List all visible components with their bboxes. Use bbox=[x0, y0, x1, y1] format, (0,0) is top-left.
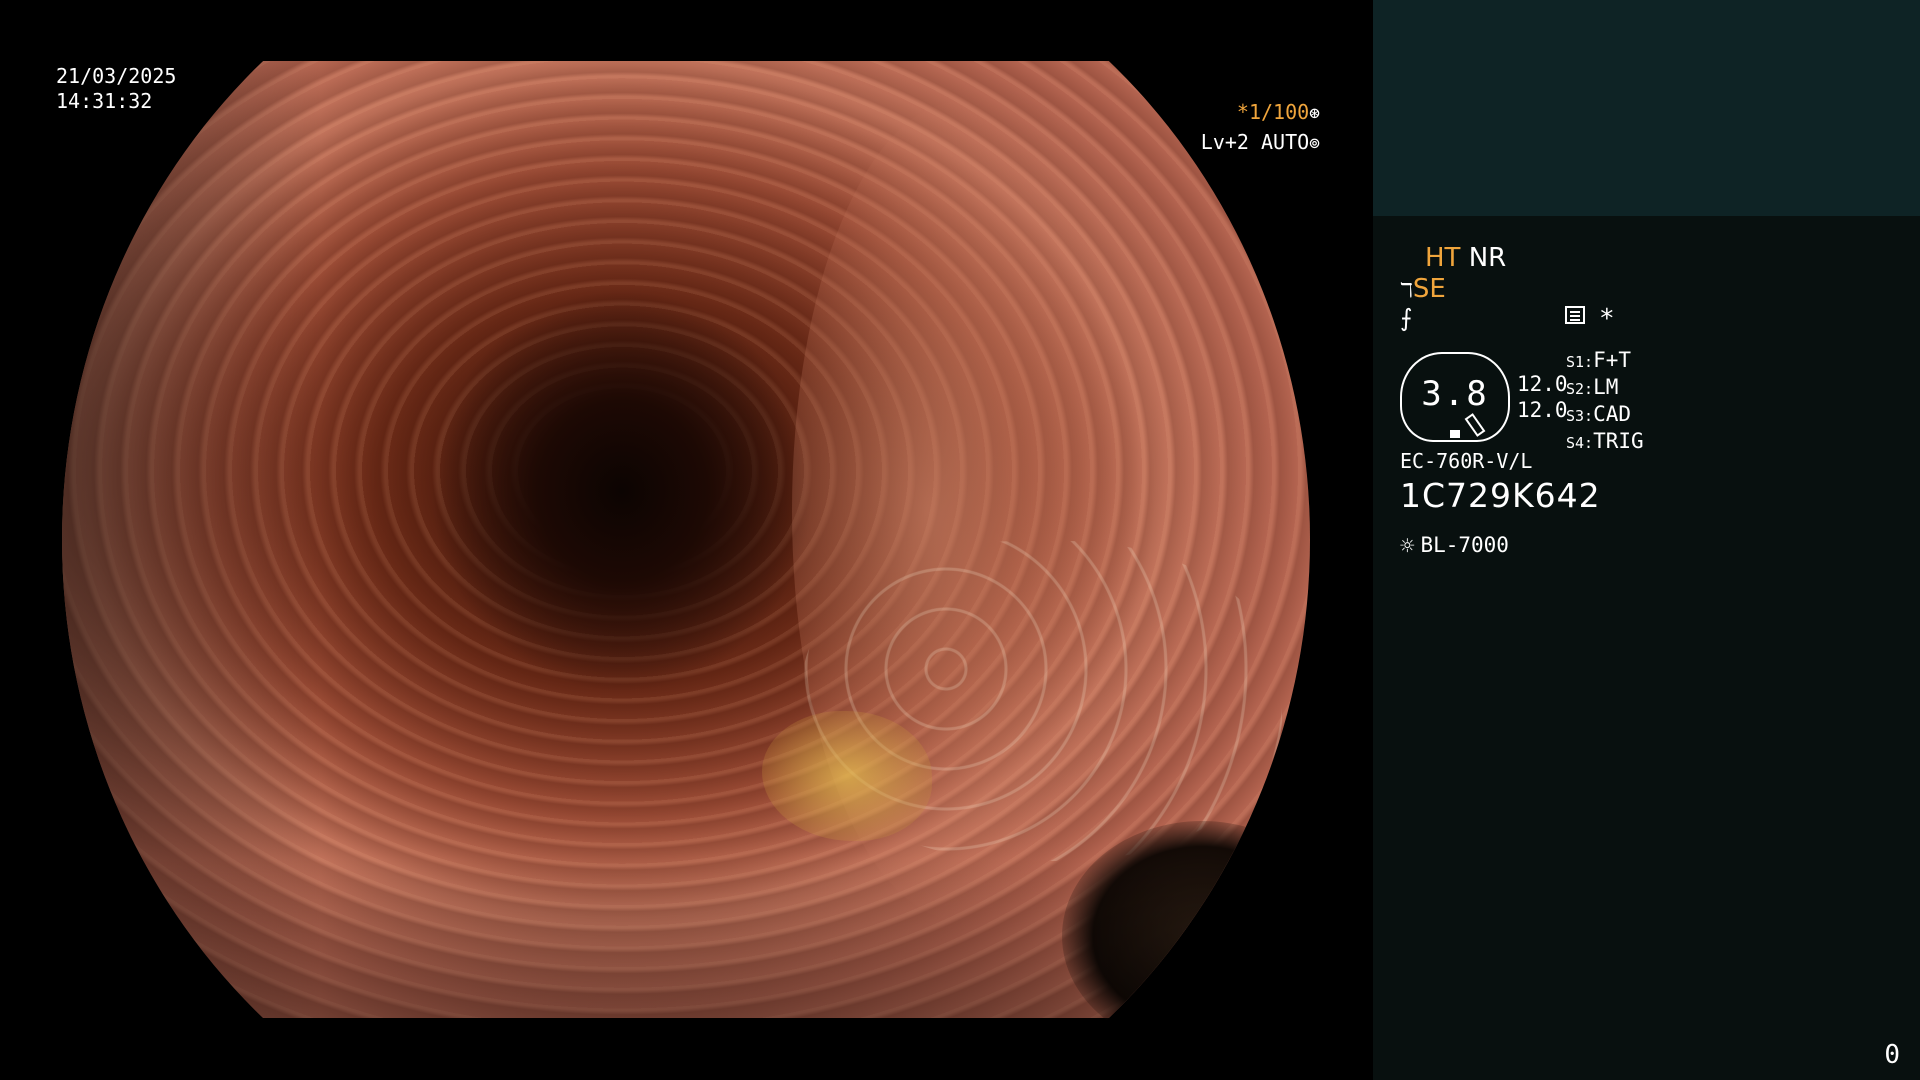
light-source-row: ☼ BL-7000 bbox=[1400, 532, 1509, 560]
value-1: 12.0 bbox=[1517, 372, 1568, 396]
scope-model: EC-760R-V/L bbox=[1400, 449, 1533, 473]
switch-row: S4:TRIG bbox=[1566, 429, 1644, 453]
se-indicator: SE bbox=[1412, 274, 1446, 304]
serial-number: 1C729K642 bbox=[1400, 476, 1601, 515]
se-row: ℸSE bbox=[1400, 274, 1446, 304]
value-2: 12.0 bbox=[1517, 398, 1568, 422]
switch-row: S2:LM bbox=[1566, 375, 1619, 399]
panel-header-area bbox=[1373, 0, 1920, 216]
fluid-pool bbox=[762, 711, 932, 841]
counter: 0 bbox=[1884, 1040, 1900, 1070]
shutter-speed: *1/100 bbox=[1236, 100, 1310, 124]
light-source-icon: ☼ bbox=[1400, 532, 1415, 560]
exposure-status: *1/100⊛ Lv+2 AUTO⊚ bbox=[0, 98, 1373, 158]
mode-row: HT NR bbox=[1425, 243, 1506, 273]
gauge-needle-icon bbox=[1464, 413, 1486, 437]
brightness-level: Lv+2 AUTO bbox=[1200, 130, 1310, 154]
iris-icon: ⊚ bbox=[1309, 133, 1320, 154]
nr-indicator: NR bbox=[1468, 243, 1507, 273]
switch-assignments: S1:F+T S2:LM S3:CAD S4:TRIG bbox=[1566, 348, 1644, 456]
ht-indicator: HT bbox=[1425, 243, 1461, 273]
info-panel: HT NR ℸSE ⨍ * 3.8 12.0 12.0 S1:F+T S2:LM… bbox=[1373, 0, 1920, 1080]
switch-row: S1:F+T bbox=[1566, 348, 1632, 372]
light-source-label: BL-7000 bbox=[1420, 533, 1509, 557]
endoscope-view: 21/03/2025 14:31:32 *1/100⊛ Lv+2 AUTO⊚ bbox=[0, 0, 1373, 1080]
switch-row: S3:CAD bbox=[1566, 402, 1632, 426]
gauge-value: 3.8 bbox=[1421, 374, 1489, 414]
gauge-marker-icon bbox=[1450, 430, 1460, 438]
endoscope-image bbox=[62, 61, 1310, 1051]
gauge: 3.8 bbox=[1400, 352, 1510, 442]
shutter-icon: ⊛ bbox=[1309, 103, 1320, 124]
date-text: 21/03/2025 bbox=[56, 64, 177, 88]
enhance-icon: ℸ bbox=[1400, 278, 1413, 302]
tone-icon: ⨍ bbox=[1400, 304, 1413, 332]
star-indicator: * bbox=[1599, 304, 1615, 334]
menu-icon bbox=[1565, 306, 1585, 324]
